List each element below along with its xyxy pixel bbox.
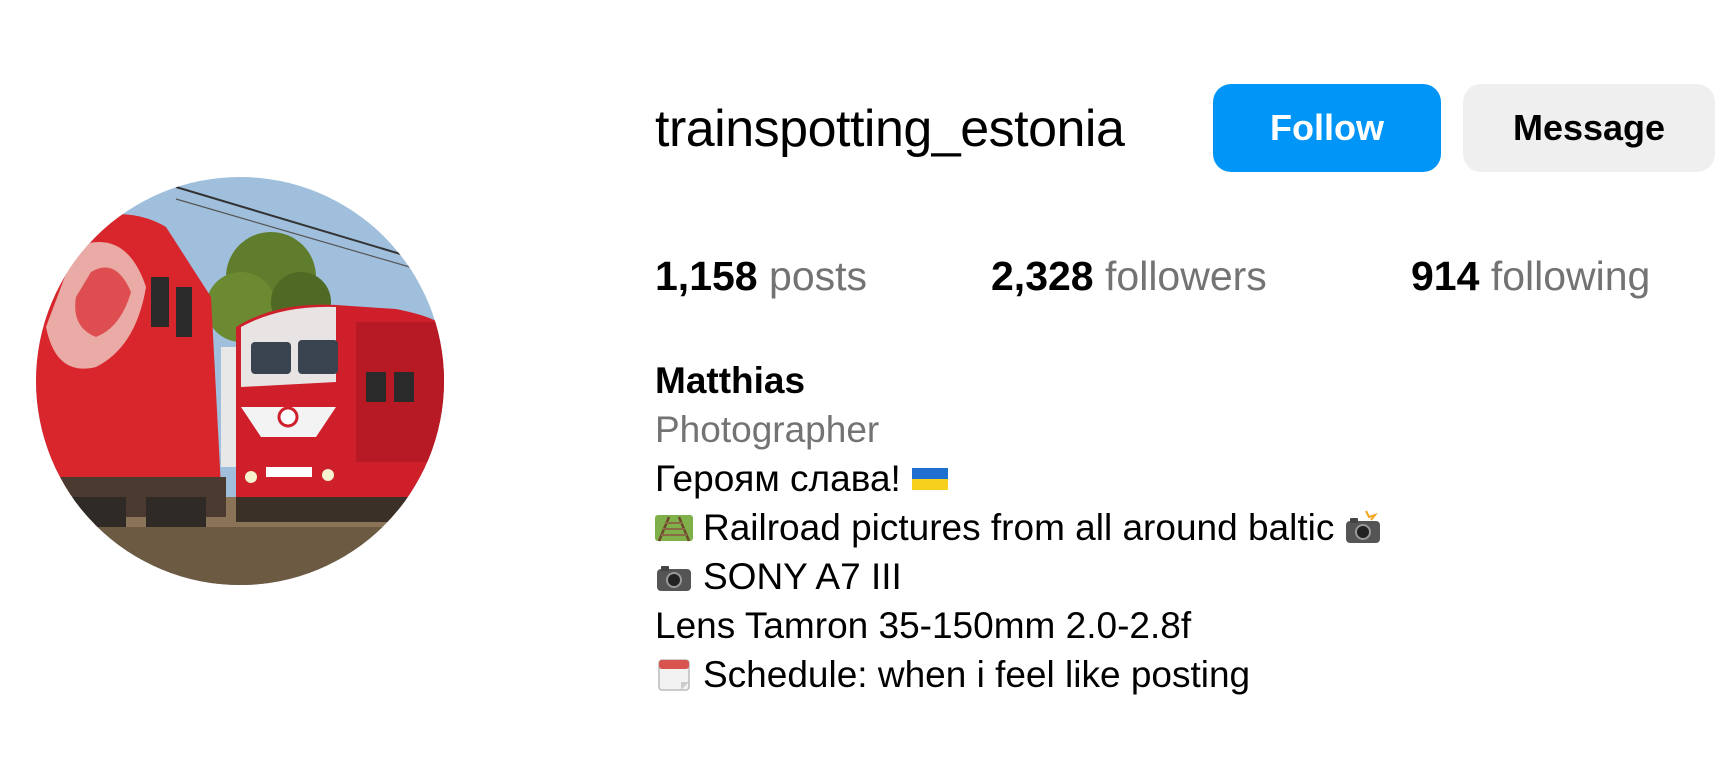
bio-full-name: Matthias [655, 360, 806, 401]
bio-line-railroad: Railroad pictures from all around baltic [655, 503, 1695, 552]
follow-button[interactable]: Follow [1213, 84, 1441, 172]
bio-line-schedule: Schedule: when i feel like posting [655, 650, 1695, 699]
posts-label: posts [769, 253, 868, 299]
posts-stat: 1,158 posts [655, 246, 867, 306]
profile-page: trainspotting_estonia Follow Message 1,1… [0, 0, 1732, 776]
following-count: 914 [1411, 253, 1480, 299]
avatar-train-photo [36, 177, 444, 585]
profile-avatar[interactable] [36, 177, 444, 585]
followers-stat[interactable]: 2,328 followers [991, 246, 1267, 306]
profile-username: trainspotting_estonia [655, 100, 1125, 158]
bio-line-camera-text: SONY A7 III [703, 556, 902, 597]
bio-line-schedule-text: Schedule: when i feel like posting [703, 654, 1251, 695]
railway-track-icon [655, 509, 693, 547]
followers-count: 2,328 [991, 253, 1094, 299]
bio-category: Photographer [655, 409, 880, 450]
calendar-icon [655, 656, 693, 694]
followers-label: followers [1105, 253, 1267, 299]
bio-line-slogan: Героям слава! [655, 454, 1695, 503]
following-label: following [1490, 253, 1651, 299]
ukraine-flag-icon [911, 460, 949, 498]
profile-bio: Matthias Photographer Героям слава! Rail… [655, 356, 1695, 699]
bio-line-lens: Lens Tamron 35-150mm 2.0-2.8f [655, 601, 1695, 650]
bio-line-lens-text: Lens Tamron 35-150mm 2.0-2.8f [655, 605, 1192, 646]
bio-line-slogan-text: Героям слава! [655, 458, 901, 499]
camera-icon [655, 558, 693, 596]
bio-line-railroad-text: Railroad pictures from all around baltic [703, 507, 1335, 548]
posts-count: 1,158 [655, 253, 758, 299]
camera-flash-icon [1344, 509, 1382, 547]
bio-line-camera: SONY A7 III [655, 552, 1695, 601]
message-button[interactable]: Message [1463, 84, 1715, 172]
following-stat[interactable]: 914 following [1411, 246, 1650, 306]
